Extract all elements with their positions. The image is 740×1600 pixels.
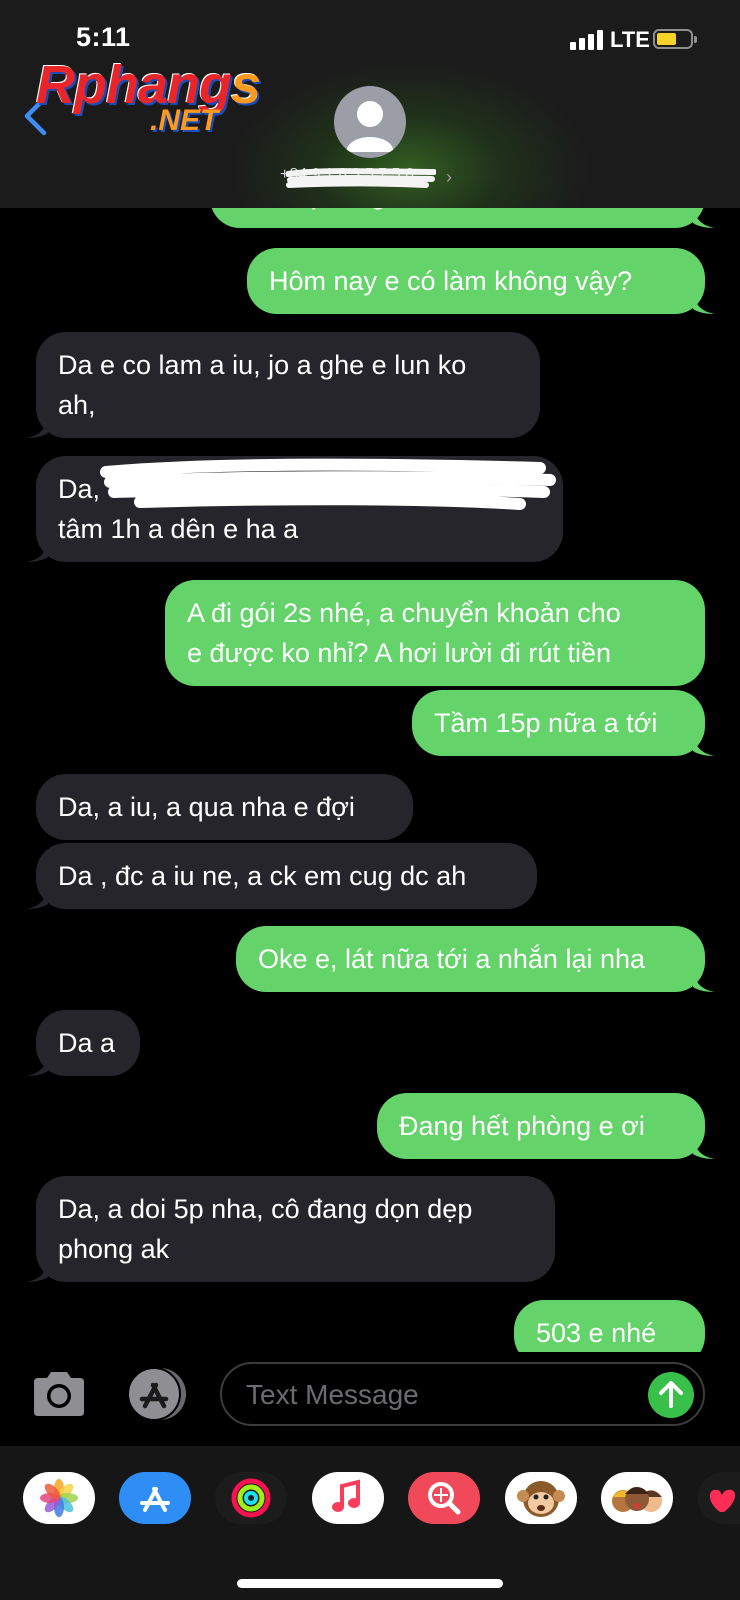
signal-icon [570, 28, 604, 50]
monkey-icon[interactable] [505, 1472, 577, 1524]
message-sent[interactable]: Hôm nay e có làm không vậy? [247, 248, 715, 314]
message-text: Đang hết phòng e ơi [399, 1111, 645, 1141]
bubble-tail [693, 734, 715, 756]
message-sent[interactable]: Oke e, lát nữa tới a nhắn lại nha [236, 926, 715, 992]
message-received[interactable]: Da , đc a iu ne, a ck em cug dc ah [26, 843, 537, 909]
memoji-stickers-icon[interactable] [601, 1472, 673, 1524]
chevron-right-icon: › [446, 167, 452, 187]
message-input[interactable] [244, 1374, 628, 1416]
music-note-icon[interactable] [312, 1472, 384, 1524]
activity-rings-icon[interactable] [215, 1472, 287, 1524]
arrow-up-icon [659, 1381, 683, 1408]
message-received[interactable]: Da, tâm 1h a dên e ha a [26, 456, 563, 562]
message-text: Da , đc a iu ne, a ck em cug dc ah [58, 861, 467, 891]
bubble-tail [26, 416, 48, 438]
bubble-tail [26, 540, 48, 562]
bubble-tail [26, 1260, 48, 1282]
message-text: phong ak [58, 1234, 170, 1264]
message-text-field[interactable] [220, 1362, 705, 1426]
message-text: Da a [58, 1028, 116, 1058]
bubble-tail [693, 206, 715, 228]
status-time: 5:11 [76, 22, 131, 52]
photos-icon[interactable] [23, 1472, 95, 1524]
imessage-app-drawer [0, 1446, 740, 1600]
message-text: Tầm 15p nữa a tới [434, 708, 658, 738]
watermark-logo: Rphangs [36, 55, 261, 115]
message-text: A đi gói 2s nhé, a chuyển khoản cho [187, 598, 621, 628]
message-text: Da e co lam a iu, jo a ghe e lun ko [58, 350, 467, 380]
network-label: LTE [610, 27, 650, 52]
bubble-tail [693, 1137, 715, 1159]
message-text: 503 e nhé [536, 1318, 657, 1348]
message-text: Hôm nay e có làm không vậy? [269, 266, 633, 296]
watermark-logo-sub: .NET [150, 104, 219, 137]
app-store-icon[interactable] [119, 1472, 191, 1524]
heart-icon[interactable] [698, 1472, 740, 1524]
bubble-tail [26, 1054, 48, 1076]
person-icon [346, 101, 394, 152]
camera-icon[interactable] [30, 1370, 88, 1418]
message-sent[interactable]: Tầm 15p nữa a tới [412, 690, 715, 756]
message-text: e được ko nhỉ? A hơi lười đi rút tiền [187, 638, 611, 668]
message-text: Da, [58, 474, 101, 504]
message-text: Oke e, lát nữa tới a nhắn lại nha [258, 944, 646, 974]
message-received[interactable]: Da, a doi 5p nha, cô đang dọn dẹp phong … [26, 1176, 555, 1282]
compose-bar [0, 1352, 740, 1444]
bubble-tail [693, 292, 715, 314]
message-received[interactable]: Da, a iu, a qua nha e đợi [36, 774, 413, 840]
bubble-tail [26, 887, 48, 909]
message-text: Da, a iu, a qua nha e đợi [58, 792, 355, 822]
message-received[interactable]: Da a [26, 1010, 140, 1076]
conversation-header: 5:11 LTE Rphangs .NET +84 9 1 8 3 5 7 5 … [0, 0, 740, 208]
battery-icon [653, 29, 697, 49]
message-text: Da, a doi 5p nha, cô đang dọn dẹp [58, 1194, 473, 1224]
contact-name-row[interactable]: +84 9 1 8 3 5 7 5 6 › [280, 166, 460, 190]
message-text: ah, [58, 390, 96, 420]
send-button[interactable] [648, 1372, 694, 1418]
app-store-icon[interactable] [124, 1366, 188, 1422]
message-text: tâm 1h a dên e ha a [58, 514, 299, 544]
message-sent[interactable]: A đi gói 2s nhé, a chuyển khoản cho e đư… [165, 580, 705, 686]
redaction-scribble [286, 168, 436, 188]
message-received[interactable]: Da e co lam a iu, jo a ghe e lun ko ah, [26, 332, 540, 438]
web-search-icon[interactable] [408, 1472, 480, 1524]
messages-screen: 5:11 LTE Rphangs .NET +84 9 1 8 3 5 7 5 … [0, 0, 740, 1600]
contact-avatar[interactable] [334, 86, 406, 158]
bubble-tail [693, 970, 715, 992]
home-indicator[interactable] [237, 1579, 503, 1588]
message-sent[interactable]: Đang hết phòng e ơi [377, 1093, 715, 1159]
